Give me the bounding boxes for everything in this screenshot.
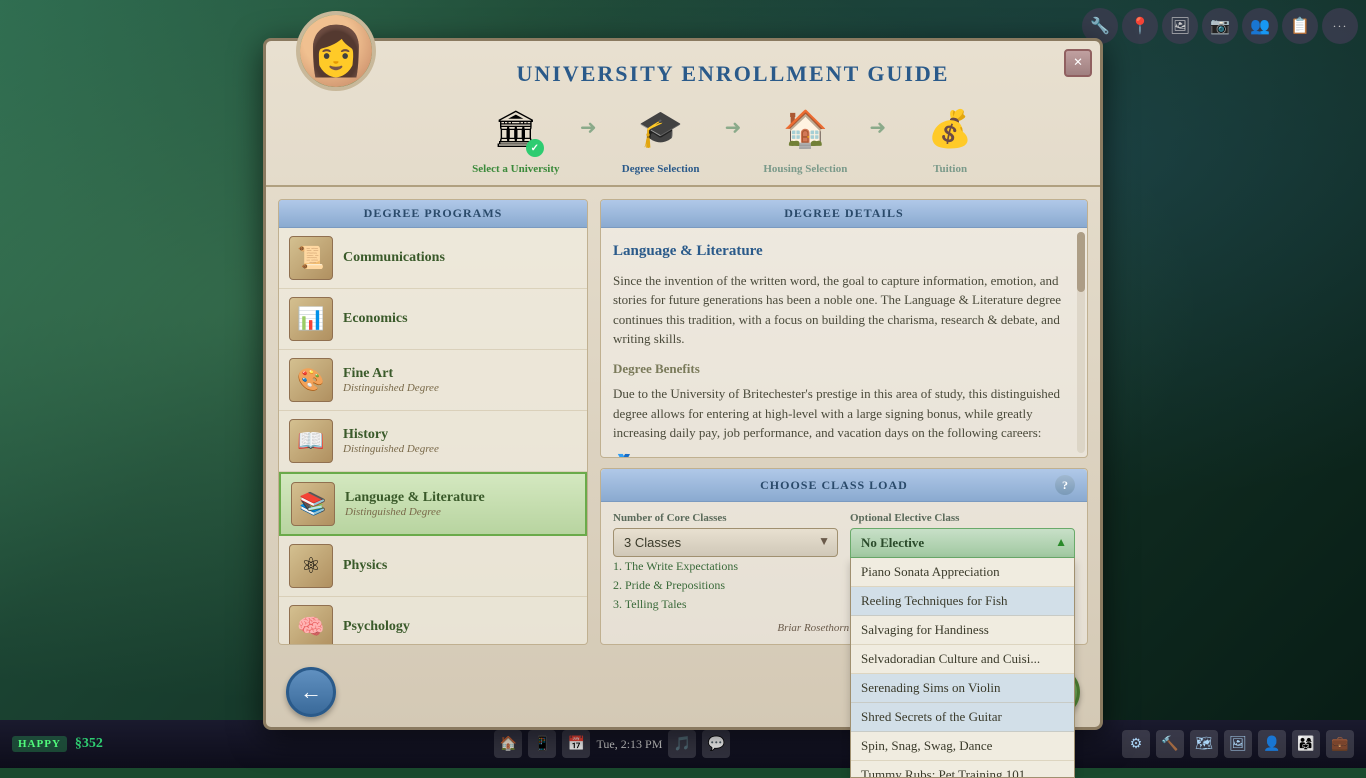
communications-icon: 📜	[289, 236, 333, 280]
communications-name: Communications	[343, 250, 445, 266]
degree-item-economics[interactable]: 📊 Economics	[279, 289, 587, 350]
degree-details-content: Language & Literature Since the inventio…	[601, 228, 1087, 457]
modal-body: Degree Programs 📜 Communications 📊 Econo…	[266, 187, 1100, 657]
back-button[interactable]: ←	[286, 667, 336, 717]
history-icon: 📖	[289, 419, 333, 463]
elective-option-shred[interactable]: Shred Secrets of the Guitar	[851, 703, 1074, 732]
economics-icon: 📊	[289, 297, 333, 341]
economics-name: Economics	[343, 311, 408, 327]
elective-dropdown-list[interactable]: Piano Sonata Appreciation Reeling Techni…	[850, 558, 1075, 778]
elective-selected-value[interactable]: No Elective	[850, 528, 1075, 558]
step-degree-selection[interactable]: 🎓 Degree Selection	[601, 99, 721, 175]
class-load-panel: Choose Class Load ? Number of Core Class…	[600, 468, 1088, 645]
right-panel: Degree Details Language & Literature Sin…	[600, 199, 1088, 645]
degree-item-history[interactable]: 📖 History Distinguished Degree	[279, 411, 587, 472]
degree-details-header: Degree Details	[601, 200, 1087, 228]
details-scrollbar[interactable]	[1077, 232, 1085, 453]
elective-option-reeling[interactable]: Reeling Techniques for Fish	[851, 587, 1074, 616]
step-3-label: Housing Selection	[763, 163, 847, 175]
language-literature-icon: 📚	[291, 482, 335, 526]
degree-item-language-literature[interactable]: 📚 Language & Literature Distinguished De…	[279, 472, 587, 536]
tuition-icon: 💰	[920, 99, 980, 159]
degree-item-communications[interactable]: 📜 Communications	[279, 228, 587, 289]
arrow-3: ➜	[869, 115, 886, 160]
enrollment-modal: × University Enrollment Guide 🏛 ✓ Select…	[263, 38, 1103, 730]
elective-dropdown-wrapper: No Elective ▲ Piano Sonata Appreciation …	[850, 528, 1075, 558]
core-classes-list: 1. The Write Expectations 2. Pride & Pre…	[613, 557, 838, 614]
step-select-university[interactable]: 🏛 ✓ Select a University	[456, 99, 576, 175]
elective-label: Optional Elective Class	[850, 512, 1075, 524]
benefits-title: Degree Benefits	[613, 359, 1075, 379]
class-selectors: Number of Core Classes 1 Class 2 Classes…	[613, 512, 1075, 614]
physics-name: Physics	[343, 558, 387, 574]
career-icon: 🏅	[613, 451, 1075, 458]
class-load-body: Number of Core Classes 1 Class 2 Classes…	[601, 502, 1087, 644]
core-class-2: 2. Pride & Prepositions	[613, 576, 838, 595]
avatar	[296, 11, 376, 91]
modal-title: University Enrollment Guide	[386, 61, 1080, 87]
language-literature-subtitle: Distinguished Degree	[345, 506, 485, 518]
degree-item-psychology[interactable]: 🧠 Psychology	[279, 597, 587, 645]
university-icon: 🏛 ✓	[486, 99, 546, 159]
elective-option-piano[interactable]: Piano Sonata Appreciation	[851, 558, 1074, 587]
core-classes-dropdown[interactable]: 1 Class 2 Classes 3 Classes	[613, 528, 838, 557]
arrow-1: ➜	[580, 115, 597, 160]
details-scrollbar-thumb	[1077, 232, 1085, 292]
step-2-label: Degree Selection	[622, 163, 700, 175]
physics-icon: ⚛	[289, 544, 333, 588]
degree-icon: 🎓	[631, 99, 691, 159]
steps-container: 🏛 ✓ Select a University ➜ 🎓 Degree Selec…	[386, 99, 1080, 175]
elective-option-spin[interactable]: Spin, Snag, Swag, Dance	[851, 732, 1074, 761]
fine-art-subtitle: Distinguished Degree	[343, 382, 439, 394]
step-housing-selection[interactable]: 🏠 Housing Selection	[745, 99, 865, 175]
class-load-header: Choose Class Load ?	[601, 469, 1087, 502]
step-1-label: Select a University	[472, 163, 559, 175]
elective-option-salvaging[interactable]: Salvaging for Handiness	[851, 616, 1074, 645]
degree-programs-header: Degree Programs	[279, 200, 587, 228]
modal-header: University Enrollment Guide 🏛 ✓ Select a…	[266, 41, 1100, 187]
core-class-1: 1. The Write Expectations	[613, 557, 838, 576]
language-literature-name: Language & Literature	[345, 490, 485, 506]
modal-overlay: × University Enrollment Guide 🏛 ✓ Select…	[0, 0, 1366, 768]
degree-item-fine-art[interactable]: 🎨 Fine Art Distinguished Degree	[279, 350, 587, 411]
arrow-2: ➜	[725, 115, 742, 160]
housing-icon: 🏠	[775, 99, 835, 159]
check-icon: ✓	[526, 139, 544, 157]
fine-art-icon: 🎨	[289, 358, 333, 402]
core-classes-selector: Number of Core Classes 1 Class 2 Classes…	[613, 512, 838, 614]
help-button[interactable]: ?	[1055, 475, 1075, 495]
core-classes-label: Number of Core Classes	[613, 512, 838, 524]
psychology-icon: 🧠	[289, 605, 333, 645]
elective-option-selvadoradian[interactable]: Selvadoradian Culture and Cuisi...	[851, 645, 1074, 674]
degree-details-title: Language & Literature	[613, 240, 1075, 263]
core-class-3: 3. Telling Tales	[613, 595, 838, 614]
core-dropdown-wrapper: 1 Class 2 Classes 3 Classes ▼	[613, 528, 838, 557]
history-subtitle: Distinguished Degree	[343, 443, 439, 455]
step-4-label: Tuition	[933, 163, 967, 175]
degree-description: Since the invention of the written word,…	[613, 271, 1075, 349]
class-load-title: Choose Class Load	[613, 478, 1055, 493]
step-tuition[interactable]: 💰 Tuition	[890, 99, 1010, 175]
elective-selector: Optional Elective Class No Elective ▲ Pi…	[850, 512, 1075, 614]
history-name: History	[343, 427, 439, 443]
psychology-name: Psychology	[343, 619, 410, 635]
degree-details-panel: Degree Details Language & Literature Sin…	[600, 199, 1088, 458]
degree-programs-panel: Degree Programs 📜 Communications 📊 Econo…	[278, 199, 588, 645]
elective-option-tummy[interactable]: Tummy Rubs: Pet Training 101	[851, 761, 1074, 778]
degree-item-physics[interactable]: ⚛ Physics	[279, 536, 587, 597]
fine-art-name: Fine Art	[343, 366, 439, 382]
degree-list: 📜 Communications 📊 Economics 🎨	[279, 228, 587, 645]
benefits-text: Due to the University of Britechester's …	[613, 384, 1075, 443]
close-button[interactable]: ×	[1064, 49, 1092, 77]
elective-option-serenading[interactable]: Serenading Sims on Violin	[851, 674, 1074, 703]
avatar-face	[300, 15, 372, 87]
